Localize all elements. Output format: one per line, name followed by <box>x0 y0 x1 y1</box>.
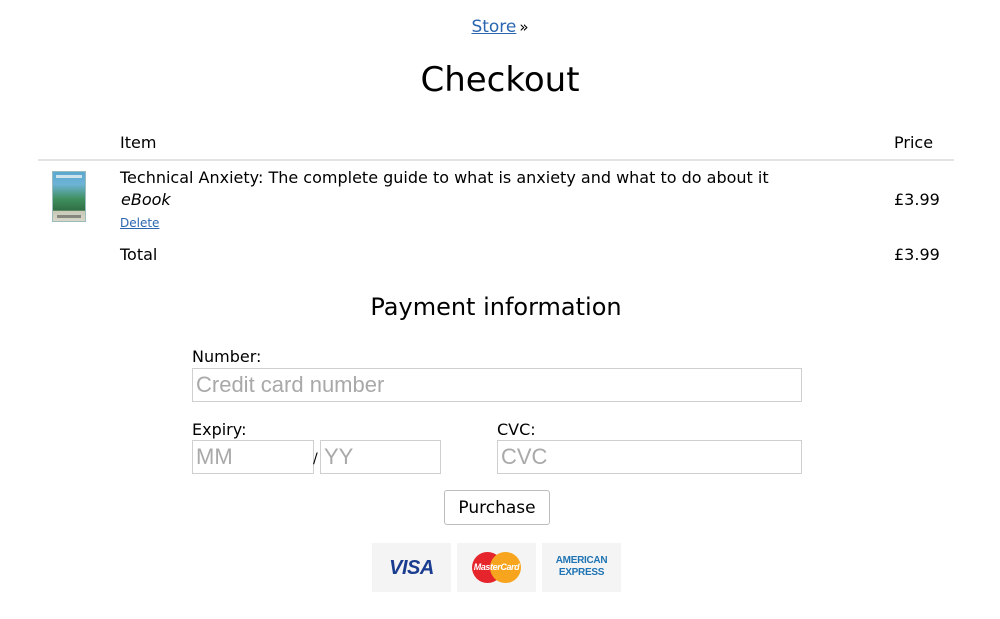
cvc-input[interactable] <box>497 440 802 474</box>
purchase-button[interactable]: Purchase <box>444 490 550 525</box>
amex-line-2: EXPRESS <box>558 567 605 578</box>
card-number-input[interactable] <box>192 368 802 402</box>
cover-author-strip <box>57 215 81 218</box>
expiry-year-input[interactable] <box>320 440 441 474</box>
total-label: Total <box>120 245 158 264</box>
column-header-price: Price <box>894 133 934 152</box>
item-title: Technical Anxiety: The complete guide to… <box>120 168 769 187</box>
breadcrumb: Store» <box>0 17 1000 37</box>
header-divider <box>38 159 954 161</box>
cover-title-strip <box>56 175 82 178</box>
checkout-page: Store» Checkout Item Price Technical Anx… <box>0 0 1000 619</box>
delete-item-link[interactable]: Delete <box>120 216 159 230</box>
visa-card-logo: VISA <box>372 543 451 592</box>
mastercard-logo-text: MasterCard <box>473 562 520 572</box>
breadcrumb-separator: » <box>519 18 529 36</box>
expiry-separator: / <box>313 451 318 467</box>
amex-line-1: AMERICAN <box>555 555 608 566</box>
payment-section-title: Payment information <box>370 293 622 321</box>
item-format: eBook <box>121 190 171 209</box>
amex-logo-text: AMERICAN EXPRESS <box>542 555 621 579</box>
cvc-label: CVC: <box>497 420 536 439</box>
mastercard-logo: MasterCard <box>457 543 536 592</box>
page-title: Checkout <box>420 60 580 100</box>
item-price: £3.99 <box>894 190 940 209</box>
expiry-label: Expiry: <box>192 420 247 439</box>
visa-logo-text: VISA <box>389 557 434 579</box>
expiry-month-input[interactable] <box>192 440 314 474</box>
total-price: £3.99 <box>894 245 940 264</box>
american-express-logo: AMERICAN EXPRESS <box>542 543 621 592</box>
card-number-label: Number: <box>192 347 262 366</box>
column-header-item: Item <box>120 133 157 152</box>
breadcrumb-store-link[interactable]: Store <box>471 17 516 37</box>
book-cover-thumbnail[interactable] <box>52 171 86 222</box>
